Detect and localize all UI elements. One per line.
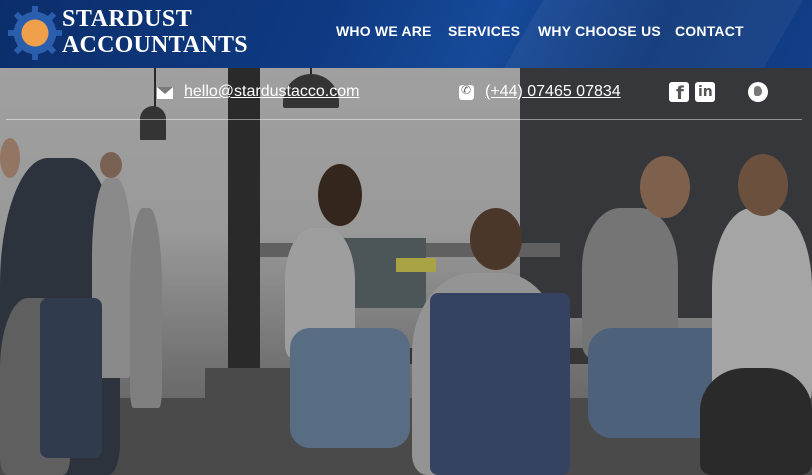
nav-why-choose-us[interactable]: WHY CHOOSE US bbox=[538, 23, 661, 39]
facebook-icon[interactable] bbox=[669, 82, 689, 104]
contact-divider bbox=[6, 119, 802, 120]
brand-line-1: STARDUST bbox=[62, 6, 193, 32]
site-header: STARDUST ACCOUNTANTS WHO WE ARE SERVICES… bbox=[0, 0, 812, 68]
phone-icon bbox=[459, 83, 474, 100]
nav-who-we-are[interactable]: WHO WE ARE bbox=[336, 23, 432, 39]
contact-bar: hello@stardustacco.com (+44) 07465 07834 bbox=[0, 68, 812, 118]
stardust-logo-icon[interactable] bbox=[6, 4, 64, 62]
linkedin-icon[interactable] bbox=[695, 82, 715, 102]
brand-line-2: ACCOUNTANTS bbox=[62, 32, 248, 58]
brand-name[interactable]: STARDUST ACCOUNTANTS bbox=[62, 6, 248, 58]
phone-link[interactable]: (+44) 07465 07834 bbox=[485, 83, 621, 101]
globe-icon[interactable] bbox=[748, 82, 768, 102]
mail-icon bbox=[157, 87, 173, 99]
hero-office-photo bbox=[0, 68, 812, 475]
email-link[interactable]: hello@stardustacco.com bbox=[184, 83, 359, 101]
nav-contact[interactable]: CONTACT bbox=[675, 23, 744, 39]
nav-services[interactable]: SERVICES bbox=[448, 23, 520, 39]
photo-overlay bbox=[0, 68, 812, 475]
